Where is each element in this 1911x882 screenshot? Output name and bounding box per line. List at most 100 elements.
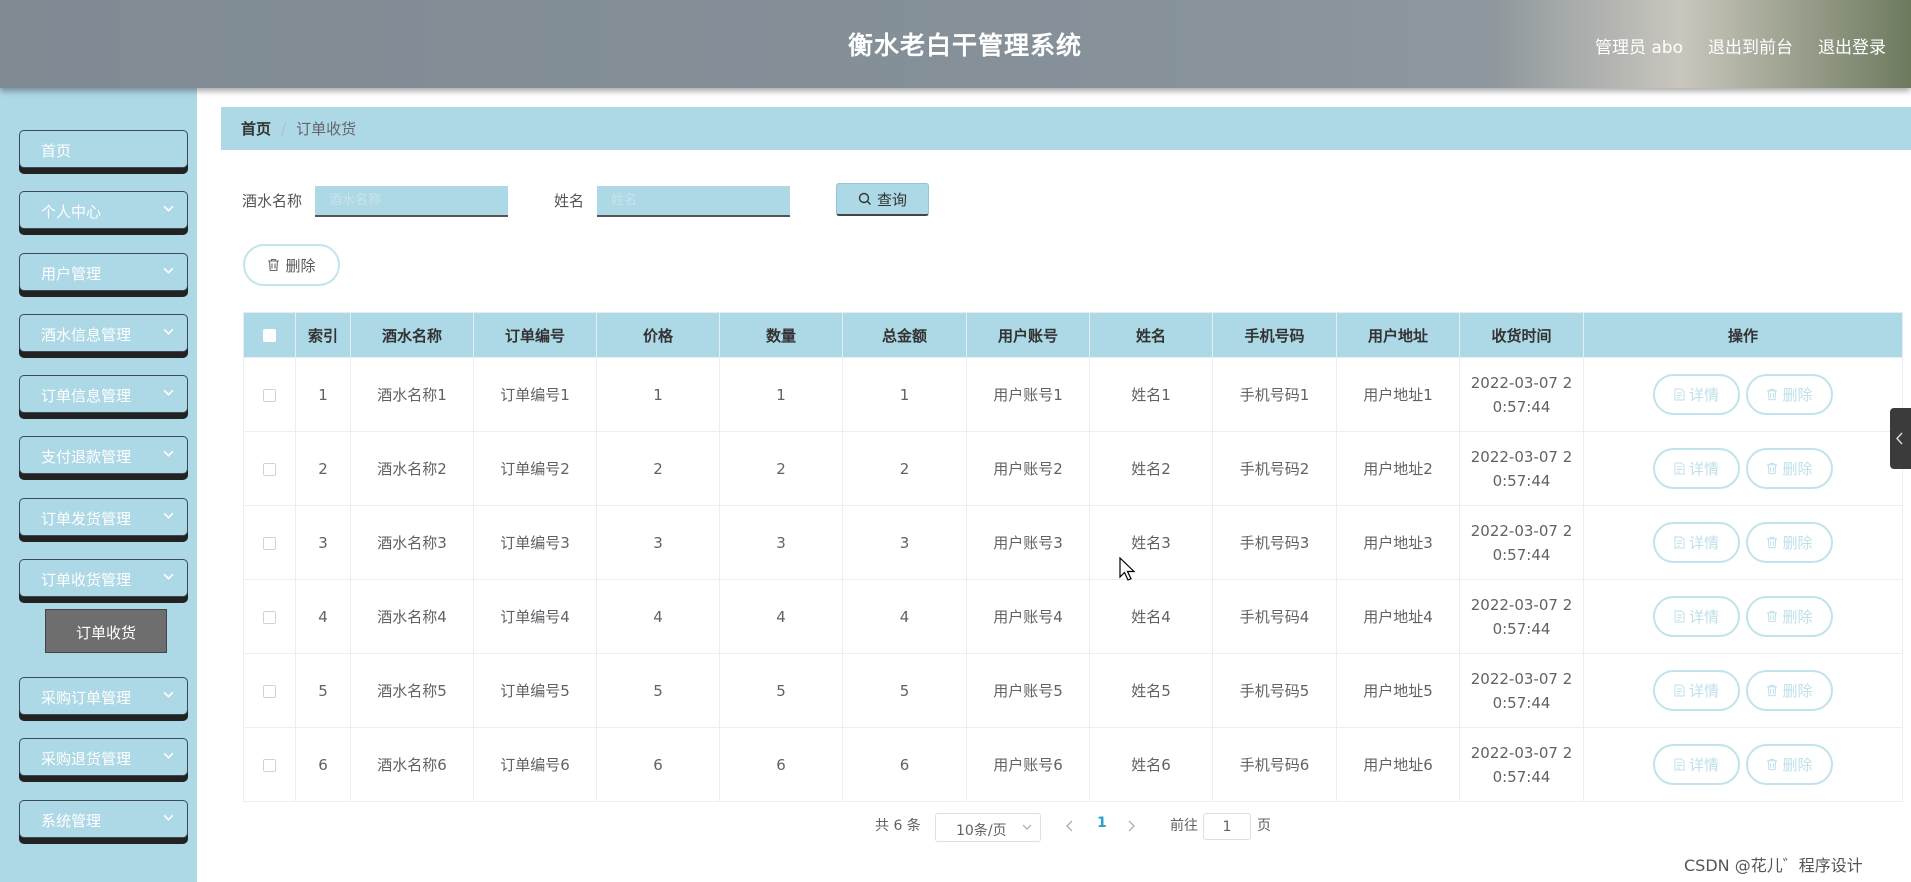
row-select-cell	[243, 579, 296, 654]
table-cell-receipt-time: 2022-03-07 2 0:57:44	[1459, 579, 1584, 654]
sidebar-item-order-receipt[interactable]: 订单收货管理	[19, 559, 188, 597]
row-delete-button[interactable]: 删除	[1746, 670, 1833, 711]
person-name-input[interactable]	[597, 186, 790, 217]
row-checkbox[interactable]	[263, 388, 276, 402]
table-cell-phone: 手机号码5	[1212, 653, 1337, 728]
sidebar-item-system-management[interactable]: 系统管理	[19, 800, 188, 838]
query-button-label: 查询	[876, 190, 907, 209]
table-cell-account: 用户账号5	[966, 653, 1090, 728]
detail-button[interactable]: 详情	[1653, 744, 1740, 785]
table-cell-receipt-time: 2022-03-07 2 0:57:44	[1459, 357, 1584, 432]
admin-username: 管理员 abo	[1594, 38, 1683, 58]
table-cell-receipt-time: 2022-03-07 2 0:57:44	[1459, 727, 1584, 802]
table-cell-order-no: 订单编号4	[473, 579, 597, 654]
exit-to-front-link[interactable]: 退出到前台	[1708, 33, 1793, 58]
table-row: 5 酒水名称5 订单编号5 5 5 5 用户账号5 姓名5 手机号码5 用户地址5 2022-03-…	[243, 653, 1903, 728]
receipt-time-line1: 2022-03-07 2	[1470, 521, 1573, 540]
page-size-select[interactable]: 10条/页	[935, 813, 1041, 842]
trash-icon	[1767, 536, 1778, 549]
watermark: CSDN @花儿゛程序设计	[1684, 856, 1863, 875]
row-checkbox[interactable]	[263, 758, 276, 772]
detail-button-label: 详情	[1688, 682, 1719, 700]
detail-button[interactable]: 详情	[1653, 522, 1740, 563]
chevron-down-icon	[163, 389, 174, 396]
table-cell-total: 5	[842, 653, 967, 728]
row-delete-label: 删除	[1782, 386, 1813, 404]
table-cell-qty: 1	[719, 357, 843, 432]
table-cell-account: 用户账号2	[966, 431, 1090, 506]
select-all-cell	[243, 312, 296, 358]
table-cell-person: 姓名5	[1089, 653, 1213, 728]
table-cell-index: 1	[295, 357, 351, 432]
sidebar-item-order-shipping[interactable]: 订单发货管理	[19, 498, 188, 536]
row-checkbox[interactable]	[263, 536, 276, 550]
row-delete-button[interactable]: 删除	[1746, 596, 1833, 637]
detail-button-label: 详情	[1688, 386, 1719, 404]
breadcrumb-home[interactable]: 首页	[241, 118, 271, 139]
row-checkbox[interactable]	[263, 684, 276, 698]
sidebar-item-liquor-info[interactable]: 酒水信息管理	[19, 314, 188, 352]
table-cell-address: 用户地址5	[1336, 653, 1460, 728]
detail-button[interactable]: 详情	[1653, 596, 1740, 637]
submenu-item-order-receipt[interactable]: 订单收货	[45, 609, 167, 653]
table-cell-index: 2	[295, 431, 351, 506]
detail-button[interactable]: 详情	[1653, 670, 1740, 711]
table-cell-phone: 手机号码4	[1212, 579, 1337, 654]
query-button[interactable]: 查询	[836, 183, 929, 216]
logout-link[interactable]: 退出登录	[1818, 33, 1886, 58]
table-cell-total: 4	[842, 579, 967, 654]
sidebar-item-purchase-returns[interactable]: 采购退货管理	[19, 738, 188, 776]
order-receipt-table: 索引 酒水名称 订单编号 价格 数量 总金额 用户账号 姓名 手机号码 用户地址…	[243, 312, 1903, 802]
sidebar-item-personal-center[interactable]: 个人中心	[19, 191, 188, 229]
row-delete-button[interactable]: 删除	[1746, 374, 1833, 415]
row-delete-label: 删除	[1782, 608, 1813, 626]
detail-button[interactable]: 详情	[1653, 374, 1740, 415]
table-row: 3 酒水名称3 订单编号3 3 3 3 用户账号3 姓名3 手机号码3 用户地址3 2022-03-…	[243, 505, 1903, 580]
breadcrumb-separator: /	[281, 119, 287, 138]
row-delete-button[interactable]: 删除	[1746, 744, 1833, 785]
goto-page-input[interactable]	[1203, 813, 1251, 840]
table-cell-name: 酒水名称2	[350, 431, 474, 506]
table-cell-index: 6	[295, 727, 351, 802]
sidebar-item-order-info[interactable]: 订单信息管理	[19, 375, 188, 413]
table-cell-total: 3	[842, 505, 967, 580]
table-cell-actions: 详情 删除	[1583, 431, 1903, 506]
table-row: 2 酒水名称2 订单编号2 2 2 2 用户账号2 姓名2 手机号码2 用户地址2 2022-03-…	[243, 431, 1903, 506]
detail-button[interactable]: 详情	[1653, 448, 1740, 489]
sidebar-item-user-management[interactable]: 用户管理	[19, 253, 188, 291]
liquor-name-input[interactable]	[315, 186, 508, 217]
page-number-current[interactable]: 1	[1097, 815, 1107, 831]
submenu-item-label: 订单收货	[75, 624, 136, 642]
row-select-cell	[243, 505, 296, 580]
table-cell-address: 用户地址2	[1336, 431, 1460, 506]
next-page-icon[interactable]	[1126, 820, 1136, 832]
table-cell-phone: 手机号码6	[1212, 727, 1337, 802]
sidebar-item-home[interactable]: 首页	[19, 130, 188, 168]
row-checkbox[interactable]	[263, 462, 276, 476]
column-header: 酒水名称	[350, 312, 474, 358]
mouse-cursor-icon	[1119, 557, 1136, 581]
sidebar-item-payment-refund[interactable]: 支付退款管理	[19, 436, 188, 474]
row-checkbox[interactable]	[263, 610, 276, 624]
table-cell-qty: 3	[719, 505, 843, 580]
table-cell-phone: 手机号码1	[1212, 357, 1337, 432]
chevron-down-icon	[163, 267, 174, 274]
row-delete-label: 删除	[1782, 460, 1813, 478]
column-header: 操作	[1583, 312, 1903, 358]
row-delete-button[interactable]: 删除	[1746, 448, 1833, 489]
liquor-name-label: 酒水名称	[242, 192, 303, 210]
sidebar-item-purchase-orders[interactable]: 采购订单管理	[19, 677, 188, 715]
batch-delete-button[interactable]: 删除	[243, 244, 340, 286]
row-delete-button[interactable]: 删除	[1746, 522, 1833, 563]
prev-page-icon[interactable]	[1065, 820, 1075, 832]
receipt-time-line2: 0:57:44	[1492, 545, 1551, 564]
chevron-down-icon	[163, 450, 174, 457]
select-all-checkbox[interactable]	[263, 329, 276, 342]
receipt-time-line1: 2022-03-07 2	[1470, 669, 1573, 688]
document-icon	[1674, 462, 1685, 475]
side-panel-toggle[interactable]	[1890, 408, 1911, 469]
sidebar-item-label: 采购退货管理	[41, 750, 132, 768]
receipt-time-line1: 2022-03-07 2	[1470, 595, 1573, 614]
table-cell-name: 酒水名称1	[350, 357, 474, 432]
sidebar-item-label: 酒水信息管理	[41, 326, 132, 344]
